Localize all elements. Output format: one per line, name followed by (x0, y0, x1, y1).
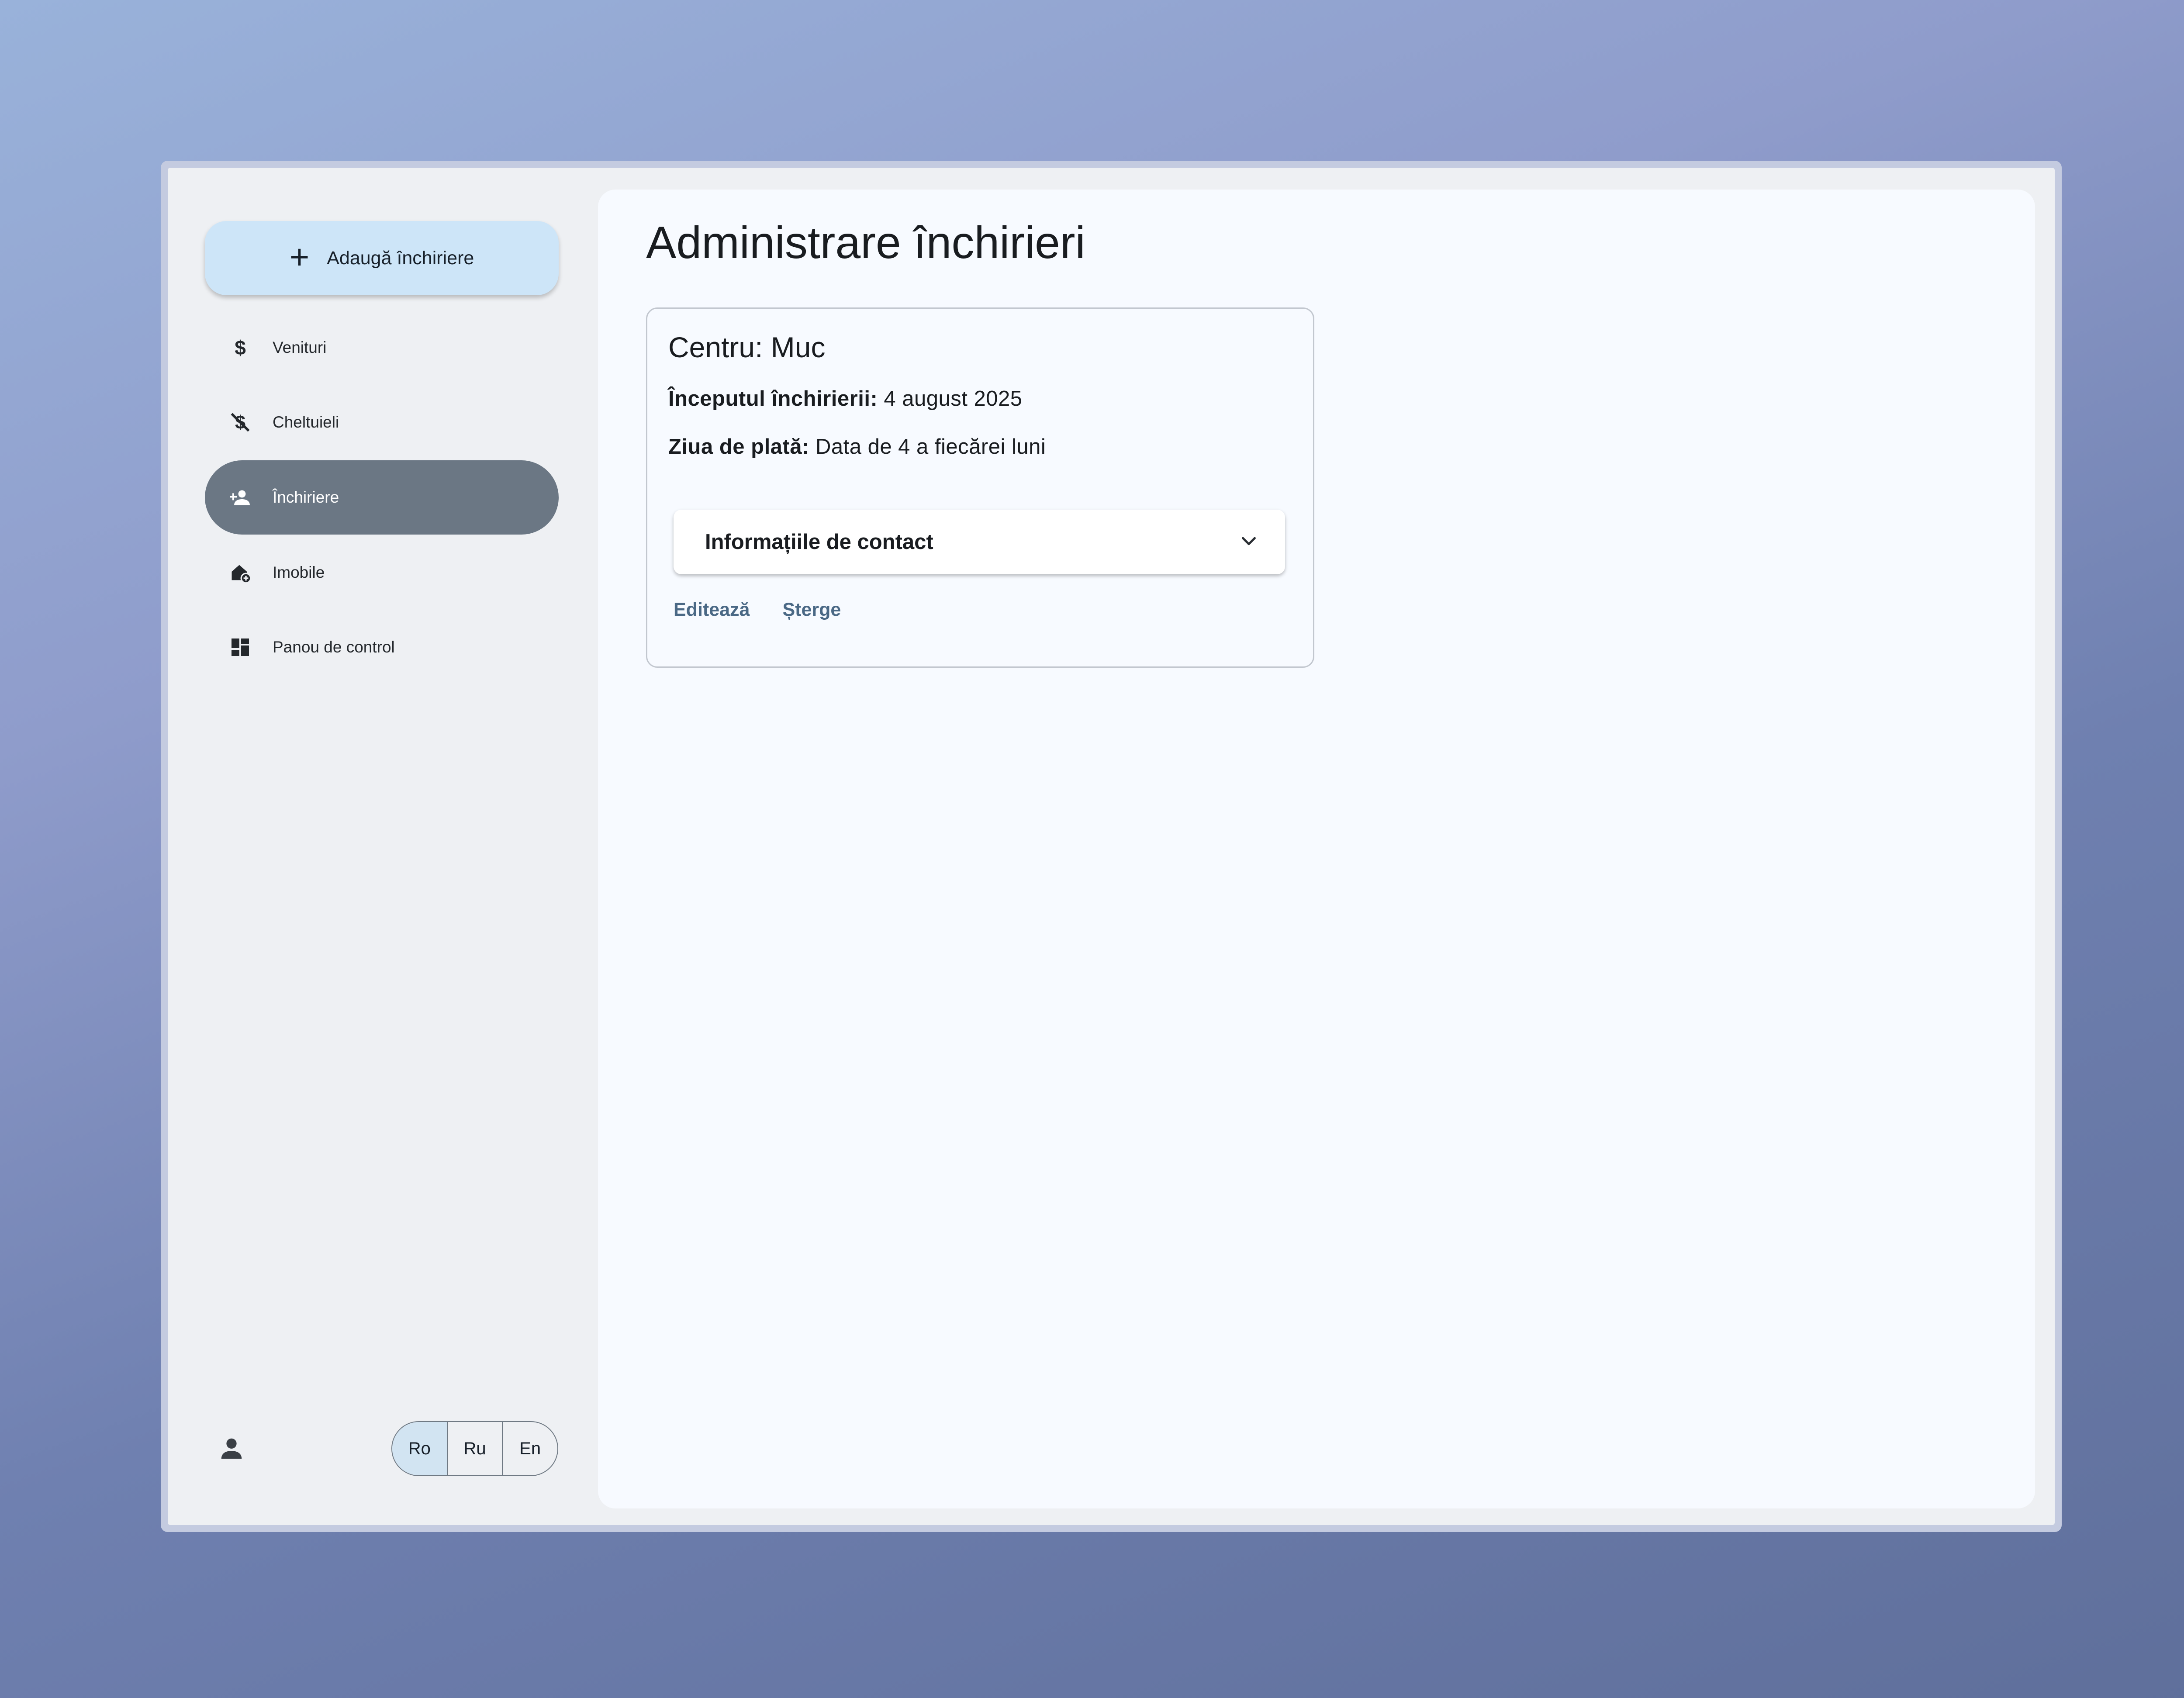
person-add-icon (229, 486, 252, 509)
chevron-down-icon (1239, 531, 1259, 553)
sidebar-item-imobile[interactable]: Imobile (205, 535, 559, 610)
dashboard-icon (229, 636, 252, 659)
sidebar-item-venituri[interactable]: $ Venituri (205, 311, 559, 385)
app-surface: + Adaugă închiriere $ Venituri $ Cheltui… (168, 168, 2055, 1525)
language-ru-button[interactable]: Ru (448, 1422, 503, 1475)
person-icon[interactable] (218, 1435, 245, 1462)
rental-start-value: 4 august 2025 (884, 387, 1023, 411)
language-ro-button[interactable]: Ro (392, 1422, 448, 1475)
plus-icon: + (289, 238, 310, 276)
sidebar: + Adaugă închiriere $ Venituri $ Cheltui… (168, 168, 598, 1525)
rental-start-label: Începutul închirierii: (668, 387, 878, 411)
add-rental-button[interactable]: + Adaugă închiriere (205, 221, 559, 295)
sidebar-item-label: Închiriere (273, 488, 339, 506)
payment-day-label: Ziua de plată: (668, 435, 809, 459)
sidebar-item-cheltuieli[interactable]: $ Cheltuieli (205, 385, 559, 459)
sidebar-item-label: Panou de control (273, 638, 395, 656)
app-window: + Adaugă închiriere $ Venituri $ Cheltui… (161, 161, 2062, 1532)
contact-info-accordion[interactable]: Informațiile de contact (674, 510, 1285, 574)
rental-card-title: Centru: Muc (668, 331, 826, 363)
language-switcher: Ro Ru En (391, 1421, 558, 1476)
edit-button[interactable]: Editează (674, 599, 750, 621)
sidebar-item-panou-de-control[interactable]: Panou de control (205, 610, 559, 684)
home-add-icon (229, 561, 252, 584)
dollar-icon: $ (235, 336, 246, 359)
rental-start-row: Începutul închirierii: 4 august 2025 (668, 387, 1023, 411)
payment-day-value: Data de 4 a fiecărei luni (815, 435, 1046, 459)
contact-info-label: Informațiile de contact (705, 530, 933, 554)
sidebar-item-inchiriere[interactable]: Închiriere (205, 460, 559, 535)
sidebar-item-label: Imobile (273, 563, 325, 581)
main-content: Administrare închirieri Centru: Muc Înce… (598, 190, 2035, 1508)
delete-button[interactable]: Șterge (782, 599, 841, 621)
card-actions: Editează Șterge (674, 599, 841, 621)
money-off-icon: $ (229, 411, 252, 434)
sidebar-item-label: Cheltuieli (273, 413, 339, 431)
add-rental-label: Adaugă închiriere (327, 247, 474, 269)
page-title: Administrare închirieri (646, 217, 1085, 268)
language-en-button[interactable]: En (503, 1422, 557, 1475)
rental-card: Centru: Muc Începutul închirierii: 4 aug… (646, 307, 1314, 668)
sidebar-item-label: Venituri (273, 338, 327, 356)
payment-day-row: Ziua de plată: Data de 4 a fiecărei luni (668, 435, 1046, 459)
